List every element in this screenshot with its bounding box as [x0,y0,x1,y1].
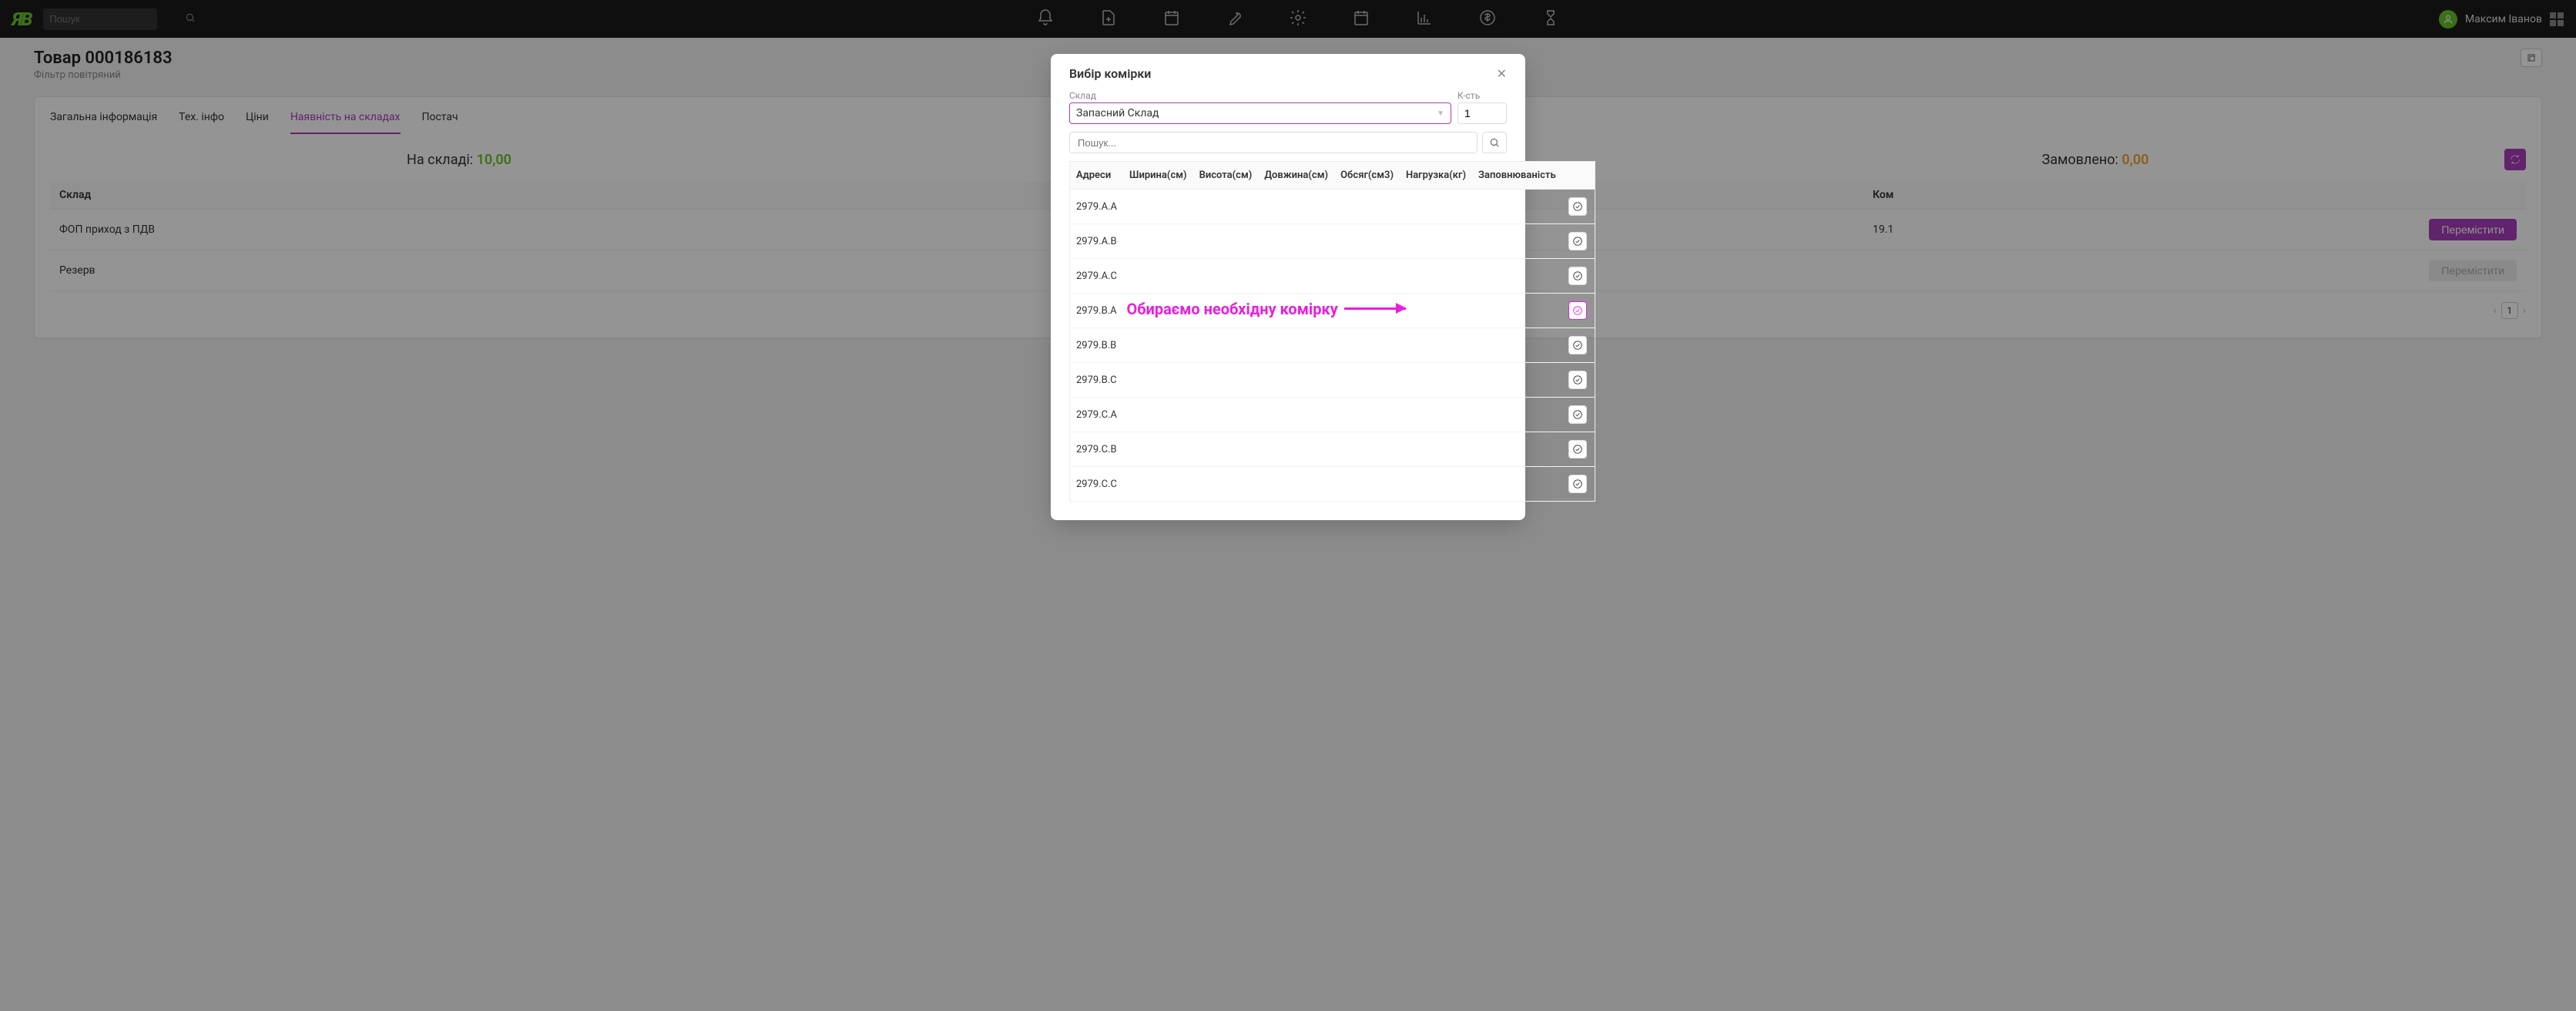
select-cell-button[interactable] [1568,405,1587,424]
warehouse-label: Склад [1069,90,1451,101]
warehouse-select[interactable]: Запасний Склад ▼ [1069,102,1451,124]
cell-address: 2979.B.B [1070,328,1124,363]
col-width: Ширина(см) [1123,162,1193,190]
select-cell-button[interactable] [1568,301,1587,320]
cells-table: Адреси Ширина(см) Висота(см) Довжина(см)… [1069,161,1595,502]
select-cell-button[interactable] [1568,475,1587,493]
chevron-down-icon: ▼ [1437,109,1444,118]
cell-address: 2979.B.C [1070,363,1124,398]
table-row: 2979.B.B [1070,328,1595,363]
modal-search-button[interactable] [1482,132,1507,153]
table-row: 2979.B.C [1070,363,1595,398]
cell-address: 2979.B.A [1070,294,1124,328]
cell-address: 2979.A.A [1070,190,1124,224]
col-address: Адреси [1070,162,1124,190]
warehouse-value: Запасний Склад [1076,107,1159,119]
modal-search-input[interactable] [1069,132,1478,153]
col-height: Висота(см) [1193,162,1259,190]
qty-label: К-сть [1457,90,1507,101]
select-cell-button[interactable] [1568,197,1587,216]
select-cell-button[interactable] [1568,232,1587,250]
col-load: Нагрузка(кг) [1400,162,1472,190]
select-cell-button[interactable] [1568,336,1587,354]
table-row: 2979.B.A Обираємо необхідну комірку [1070,294,1595,328]
table-row: 2979.C.C [1070,467,1595,502]
table-row: 2979.C.A [1070,398,1595,432]
cell-address: 2979.A.C [1070,259,1124,294]
cell-select-modal: Вибір комірки ✕ Склад Запасний Склад ▼ К… [1051,54,1525,520]
cell-address: 2979.C.C [1070,467,1124,502]
col-length: Довжина(см) [1258,162,1334,190]
cell-address: 2979.A.B [1070,224,1124,259]
col-volume: Обсяг(см3) [1334,162,1400,190]
select-cell-button[interactable] [1568,371,1587,389]
table-row: 2979.C.B [1070,432,1595,467]
cell-address: 2979.C.B [1070,432,1124,467]
table-row: 2979.A.A [1070,190,1595,224]
select-cell-button[interactable] [1568,440,1587,458]
table-row: 2979.A.C [1070,259,1595,294]
table-row: 2979.A.B [1070,224,1595,259]
select-cell-button[interactable] [1568,267,1587,285]
qty-input[interactable] [1457,102,1507,124]
col-fill: Заповнюваність [1472,162,1562,190]
modal-title: Вибір комірки [1069,66,1151,81]
modal-overlay: Вибір комірки ✕ Склад Запасний Склад ▼ К… [0,0,2576,1011]
close-icon[interactable]: ✕ [1497,66,1507,81]
cell-address: 2979.C.A [1070,398,1124,432]
